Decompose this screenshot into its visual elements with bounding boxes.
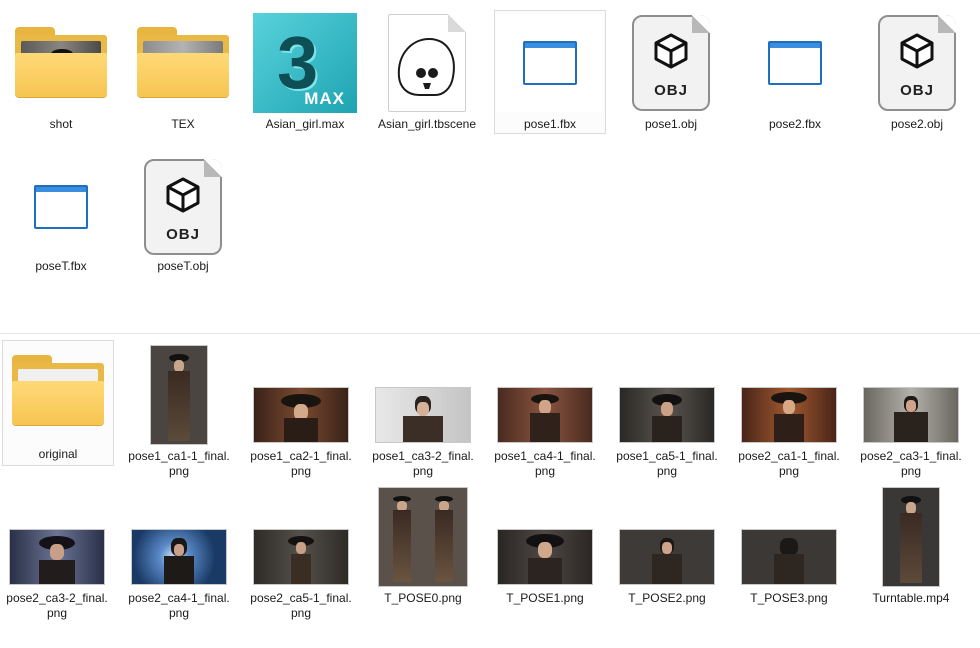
file-label: pose2.fbx bbox=[768, 117, 822, 131]
file-item-original[interactable]: original bbox=[2, 340, 114, 466]
image-thumbnail bbox=[619, 387, 715, 443]
file-item-poset-fbx[interactable]: poseT.fbx bbox=[4, 152, 118, 282]
file-item-tex[interactable]: TEX bbox=[126, 8, 240, 148]
file-label: Turntable.mp4 bbox=[872, 591, 950, 605]
file-item-pose2-ca5-1-final[interactable]: pose2_ca5-1_final.png bbox=[244, 484, 358, 624]
file-label: pose2_ca1-1_final.png bbox=[738, 449, 840, 478]
obj-file-icon: OBJ bbox=[878, 15, 956, 111]
image-thumbnail bbox=[863, 387, 959, 443]
obj-file-icon: OBJ bbox=[632, 15, 710, 111]
file-label: Asian_girl.max bbox=[265, 117, 345, 131]
file-item-pose2-ca1-1-final[interactable]: pose2_ca1-1_final.png bbox=[732, 340, 846, 480]
file-label: pose1_ca3-2_final.png bbox=[372, 449, 474, 478]
file-label: pose2.obj bbox=[890, 117, 944, 131]
file-label: pose1.obj bbox=[644, 117, 698, 131]
3ds-max-icon: 3 MAX bbox=[253, 13, 357, 113]
folder-icon bbox=[137, 27, 229, 99]
fbx-window-icon bbox=[496, 14, 604, 112]
file-item-pose1-ca4-1-final[interactable]: pose1_ca4-1_final.png bbox=[488, 340, 602, 480]
folder-icon bbox=[12, 355, 104, 427]
file-grid-top: shot TEX 3 MAX Asian_girl.max Asian_girl… bbox=[0, 0, 980, 333]
file-item-pose2-fbx[interactable]: pose2.fbx bbox=[738, 8, 852, 148]
file-item-poset-obj[interactable]: OBJ poseT.obj bbox=[126, 152, 240, 282]
file-item-pose1-ca1-1-final[interactable]: pose1_ca1-1_final.png bbox=[122, 340, 236, 480]
file-label: poseT.fbx bbox=[35, 259, 87, 273]
file-item-t-pose0[interactable]: T_POSE0.png bbox=[366, 484, 480, 624]
file-label: T_POSE2.png bbox=[628, 591, 706, 605]
file-item-pose2-ca3-1-final[interactable]: pose2_ca3-1_final.png bbox=[854, 340, 968, 480]
image-thumbnail bbox=[9, 529, 105, 585]
file-label: pose1_ca2-1_final.png bbox=[250, 449, 352, 478]
image-thumbnail bbox=[497, 387, 593, 443]
file-label: pose1_ca4-1_final.png bbox=[494, 449, 596, 478]
file-item-pose2-obj[interactable]: OBJ pose2.obj bbox=[860, 8, 974, 148]
file-item-asian-girl-max[interactable]: 3 MAX Asian_girl.max bbox=[248, 8, 362, 148]
obj-file-icon: OBJ bbox=[144, 159, 222, 255]
file-label: Asian_girl.tbscene bbox=[377, 117, 477, 131]
image-thumbnail bbox=[150, 345, 208, 445]
toolbag-scene-icon bbox=[388, 14, 466, 112]
file-item-turntable[interactable]: Turntable.mp4 bbox=[854, 484, 968, 624]
file-label: T_POSE1.png bbox=[506, 591, 584, 605]
file-label: TEX bbox=[171, 117, 195, 131]
fbx-window-icon bbox=[741, 14, 849, 112]
fbx-window-icon bbox=[7, 158, 115, 256]
file-label: pose1_ca5-1_final.png bbox=[616, 449, 718, 478]
image-thumbnail bbox=[253, 529, 349, 585]
file-grid-bottom: original pose1_ca1-1_final.png pose1_ca2… bbox=[0, 334, 980, 648]
video-thumbnail bbox=[882, 487, 940, 587]
image-thumbnail bbox=[253, 387, 349, 443]
file-item-pose1-ca5-1-final[interactable]: pose1_ca5-1_final.png bbox=[610, 340, 724, 480]
file-label: pose1.fbx bbox=[523, 117, 577, 131]
file-item-pose1-ca3-2-final[interactable]: pose1_ca3-2_final.png bbox=[366, 340, 480, 480]
file-item-t-pose2[interactable]: T_POSE2.png bbox=[610, 484, 724, 624]
image-thumbnail bbox=[375, 387, 471, 443]
image-thumbnail bbox=[378, 487, 468, 587]
file-label: pose2_ca3-2_final.png bbox=[6, 591, 108, 620]
file-item-asian-girl-tbscene[interactable]: Asian_girl.tbscene bbox=[370, 8, 484, 148]
file-label: pose2_ca3-1_final.png bbox=[860, 449, 962, 478]
image-thumbnail bbox=[741, 529, 837, 585]
image-thumbnail bbox=[741, 387, 837, 443]
file-item-pose1-ca2-1-final[interactable]: pose1_ca2-1_final.png bbox=[244, 340, 358, 480]
image-thumbnail bbox=[131, 529, 227, 585]
file-item-pose2-ca4-1-final[interactable]: pose2_ca4-1_final.png bbox=[122, 484, 236, 624]
file-label: pose1_ca1-1_final.png bbox=[128, 449, 230, 478]
file-item-pose1-fbx[interactable]: pose1.fbx bbox=[494, 10, 606, 134]
file-item-pose1-obj[interactable]: OBJ pose1.obj bbox=[614, 8, 728, 148]
file-label: pose2_ca4-1_final.png bbox=[128, 591, 230, 620]
file-label: T_POSE3.png bbox=[750, 591, 828, 605]
file-item-t-pose3[interactable]: T_POSE3.png bbox=[732, 484, 846, 624]
file-label: pose2_ca5-1_final.png bbox=[250, 591, 352, 620]
file-item-t-pose1[interactable]: T_POSE1.png bbox=[488, 484, 602, 624]
file-label: poseT.obj bbox=[157, 259, 209, 273]
file-label: shot bbox=[49, 117, 73, 131]
file-label: original bbox=[38, 447, 78, 461]
file-label: T_POSE0.png bbox=[384, 591, 462, 605]
file-item-pose2-ca3-2-final[interactable]: pose2_ca3-2_final.png bbox=[0, 484, 114, 624]
image-thumbnail bbox=[497, 529, 593, 585]
folder-icon bbox=[15, 27, 107, 99]
file-item-shot[interactable]: shot bbox=[4, 8, 118, 148]
image-thumbnail bbox=[619, 529, 715, 585]
